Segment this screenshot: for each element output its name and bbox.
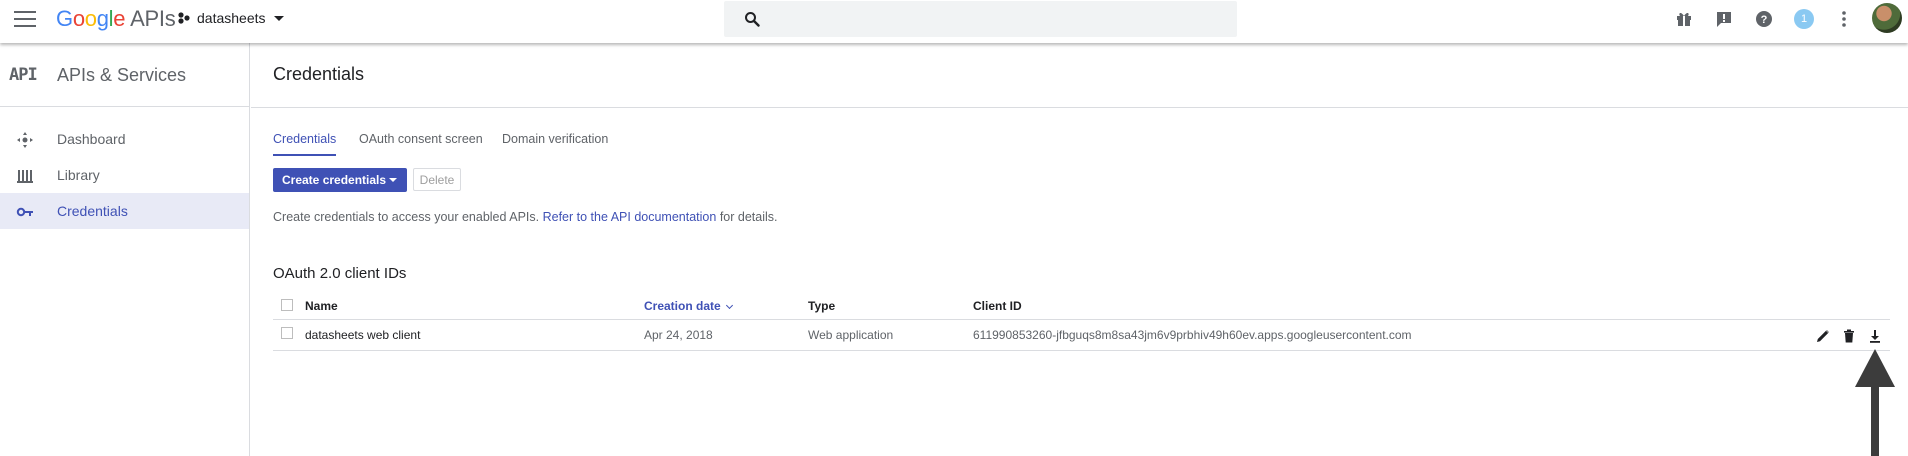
annotation-arrow-icon [1855, 349, 1895, 456]
logo-letter: g [96, 6, 109, 31]
select-all-checkbox[interactable] [281, 299, 293, 311]
row-checkbox[interactable] [281, 327, 293, 339]
sidebar-title: APIs & Services [57, 65, 187, 85]
tab-credentials[interactable]: Credentials [273, 132, 337, 156]
help-text-suffix: for details. [719, 210, 778, 224]
key-icon [16, 207, 33, 217]
tab-domain-verification[interactable]: Domain verification [502, 132, 608, 154]
help-icon[interactable]: ? [1755, 10, 1773, 28]
tab-oauth-consent-screen[interactable]: OAuth consent screen [359, 132, 483, 154]
logo-letter: o [84, 6, 97, 31]
api-logo: API [9, 65, 38, 85]
logo-suffix: APIs [130, 6, 176, 31]
help-text-prefix: Create credentials to access your enable… [273, 210, 540, 224]
menu-icon[interactable] [14, 11, 36, 27]
feedback-icon[interactable] [1715, 10, 1733, 28]
chevron-down-icon [389, 178, 397, 182]
api-documentation-link[interactable]: Refer to the API documentation [543, 210, 717, 224]
logo-letter: o [72, 6, 85, 31]
client-type: Web application [808, 328, 894, 342]
sidebar-header: API APIs & Services [0, 43, 249, 107]
sidebar-item-label: Credentials [57, 203, 128, 219]
edit-icon[interactable] [1815, 328, 1831, 344]
sidebar-item-credentials[interactable]: Credentials [0, 193, 249, 229]
table-row[interactable]: datasheets web client Apr 24, 2018 Web a… [273, 320, 1890, 351]
delete-button[interactable]: Delete [413, 168, 461, 191]
google-apis-logo[interactable]: Google APIs [56, 6, 176, 32]
client-name[interactable]: datasheets web client [305, 328, 420, 342]
logo-letter: e [113, 6, 126, 31]
search-input[interactable] [724, 1, 1237, 37]
section-title: OAuth 2.0 client IDs [273, 265, 407, 282]
sidebar-item-library[interactable]: Library [0, 157, 249, 193]
download-icon[interactable] [1867, 328, 1883, 344]
table-header: Name Creation date Type Client ID [273, 292, 1890, 320]
notifications-badge[interactable]: 1 [1794, 9, 1814, 29]
sidebar-item-label: Library [57, 167, 100, 183]
search-icon [745, 12, 760, 27]
library-icon [17, 170, 33, 183]
help-text: Create credentials to access your enable… [273, 210, 777, 224]
top-app-bar: Google APIs datasheets ? 1 [0, 0, 1908, 43]
logo-letter: G [56, 6, 73, 31]
column-header-client-id: Client ID [973, 299, 1022, 313]
sidebar-item-dashboard[interactable]: Dashboard [0, 121, 249, 157]
page-title: Credentials [273, 64, 365, 84]
dashboard-icon [17, 132, 33, 148]
column-header-type: Type [808, 299, 836, 313]
column-header-creation-date[interactable]: Creation date [644, 299, 733, 313]
delete-icon[interactable] [1841, 328, 1857, 344]
create-credentials-label: Create credentials [282, 173, 387, 187]
sidebar: API APIs & Services Dashboard Library Cr… [0, 43, 250, 456]
gift-icon[interactable] [1675, 10, 1693, 28]
column-header-name: Name [305, 299, 338, 313]
creation-date: Apr 24, 2018 [644, 328, 713, 342]
project-icon [178, 12, 190, 24]
client-id: 611990853260-jfbguqs8m8sa43jm6v9prbhiv49… [973, 328, 1412, 342]
avatar[interactable] [1872, 3, 1902, 33]
sort-descending-icon [725, 301, 733, 310]
header-divider [251, 107, 1908, 108]
svg-text:?: ? [1761, 14, 1768, 26]
more-vert-icon[interactable] [1835, 10, 1853, 28]
chevron-down-icon [273, 15, 284, 21]
project-name: datasheets [197, 10, 266, 26]
create-credentials-button[interactable]: Create credentials [273, 168, 407, 192]
sidebar-item-label: Dashboard [57, 131, 126, 147]
column-header-creation-date-label: Creation date [644, 299, 721, 313]
project-selector[interactable]: datasheets [177, 10, 284, 26]
main-content: Credentials Credentials OAuth consent sc… [251, 43, 1908, 456]
